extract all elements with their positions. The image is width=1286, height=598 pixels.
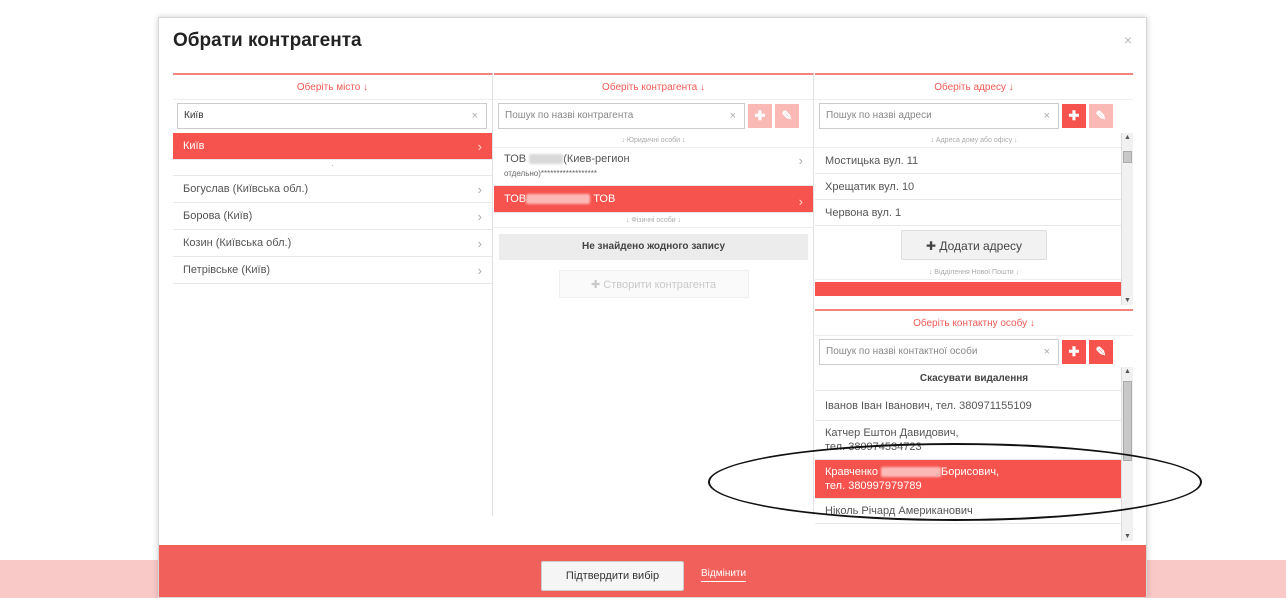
contractor-header: Оберіть контрагента ↓: [494, 75, 813, 100]
contact-header: Оберіть контактну особу ↓: [815, 311, 1133, 336]
contact-list: Скасувати видалення Іванов Іван Іванович…: [815, 367, 1133, 541]
edit-contact-icon[interactable]: ✎: [1089, 340, 1113, 364]
address-scrollbar[interactable]: ▲ ▼: [1121, 133, 1133, 305]
clear-icon[interactable]: ×: [730, 104, 736, 128]
modal-header: Обрати контрагента ×: [159, 18, 1146, 66]
address-search-input[interactable]: Пошук по назві адреси ×: [819, 103, 1059, 129]
add-address-icon[interactable]: ✚: [1062, 104, 1086, 128]
modal-title: Обрати контрагента: [173, 30, 362, 51]
city-column: Оберіть місто ↓ Київ × Київ › · Богуслав …: [173, 73, 493, 516]
cancel-link[interactable]: Відмінити: [701, 568, 747, 582]
address-list: ↓ Адреса дому або офісу ↓ Мостицька вул.…: [815, 133, 1133, 305]
contractor-item-selected[interactable]: ТОВ ТОВ ›: [494, 186, 813, 213]
address-item[interactable]: Червона вул. 1: [815, 200, 1133, 226]
address-item[interactable]: Хрещатик вул. 10: [815, 174, 1133, 200]
close-icon[interactable]: ×: [1124, 32, 1132, 48]
select-contractor-modal: Обрати контрагента × Оберіть місто ↓ Киї…: [158, 17, 1147, 598]
add-address-button[interactable]: ✚ Додати адресу: [901, 230, 1047, 260]
city-search-input[interactable]: Київ ×: [177, 103, 487, 129]
city-item[interactable]: Козин (Київська обл.) ›: [173, 230, 492, 257]
nova-poshta-label: ↓ Відділення Нової Пошти ↓: [815, 265, 1133, 280]
modal-footer: Підтвердити вибір Відмінити: [159, 545, 1146, 597]
city-item[interactable]: Петрівське (Київ) ›: [173, 257, 492, 284]
cancel-delete-button[interactable]: Скасувати видалення: [815, 367, 1133, 391]
contact-item[interactable]: Ніколь Річард Американович: [815, 499, 1133, 524]
separator: ·: [173, 160, 492, 176]
office-address-label: ↓ Адреса дому або офісу ↓: [815, 133, 1133, 148]
confirm-selection-button[interactable]: Підтвердити вибір: [541, 561, 684, 591]
edit-contractor-icon[interactable]: ✎: [775, 104, 799, 128]
contact-scrollbar[interactable]: ▲ ▼: [1121, 367, 1133, 541]
contact-item[interactable]: Катчер Ештон Давидович, тел. 38097453472…: [815, 421, 1133, 460]
city-item[interactable]: Борова (Київ) ›: [173, 203, 492, 230]
add-contact-icon[interactable]: ✚: [1062, 340, 1086, 364]
address-item[interactable]: Мостицька вул. 11: [815, 148, 1133, 174]
contact-search-input[interactable]: Пошук по назві контактної особи ×: [819, 339, 1059, 365]
add-contractor-icon[interactable]: ✚: [748, 104, 772, 128]
contractor-column: Оберіть контрагента ↓ Пошук по назві кон…: [494, 73, 814, 516]
city-item[interactable]: Богуслав (Київська обл.) ›: [173, 176, 492, 203]
clear-icon[interactable]: ×: [1044, 340, 1050, 364]
contractor-item[interactable]: ТОВ (Киев-регион отдельно)**************…: [494, 148, 813, 186]
address-header: Оберіть адресу ↓: [815, 75, 1133, 100]
city-item-selected[interactable]: Київ ›: [173, 133, 492, 160]
empty-message: Не знайдено жодного запису: [499, 234, 808, 260]
clear-icon[interactable]: ×: [1044, 104, 1050, 128]
legal-entities-label: ↓ Юридичні особи ↓: [494, 133, 813, 148]
physical-persons-label: ↓ Фізичні особи ↓: [494, 213, 813, 228]
nova-poshta-item[interactable]: [815, 282, 1133, 296]
edit-address-icon[interactable]: ✎: [1089, 104, 1113, 128]
contact-item-selected[interactable]: Кравченко Борисович, тел. 380997979789: [815, 460, 1133, 499]
city-header: Оберіть місто ↓: [173, 75, 492, 100]
contact-item[interactable]: Іванов Іван Іванович, тел. 380971155109: [815, 391, 1133, 421]
create-contractor-button[interactable]: ✚ Створити контрагента: [558, 270, 749, 298]
clear-icon[interactable]: ×: [472, 104, 478, 128]
contractor-search-input[interactable]: Пошук по назві контрагента ×: [498, 103, 745, 129]
contact-person-panel: Оберіть контактну особу ↓ Пошук по назві…: [815, 309, 1133, 541]
